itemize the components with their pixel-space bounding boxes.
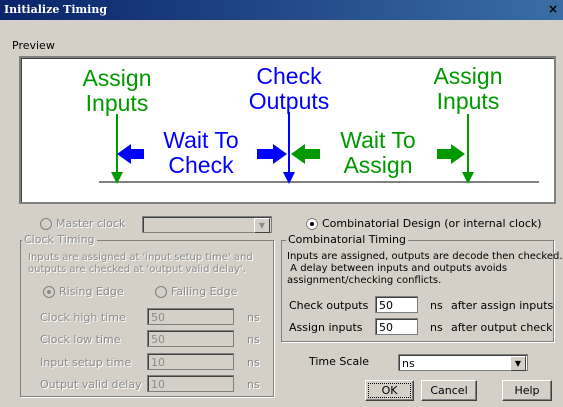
- time-scale-select[interactable]: ns ▼: [398, 354, 528, 371]
- combinatorial-label: Combinatorial Design (or internal clock): [322, 217, 542, 230]
- clock-low-input[interactable]: 50: [147, 330, 234, 347]
- time-scale-value: ns: [402, 357, 415, 370]
- clock-timing-title: Clock Timing: [22, 233, 97, 246]
- preview-label: Preview: [12, 39, 55, 52]
- help-button[interactable]: Help: [502, 380, 552, 401]
- window-title: Initialize Timing: [4, 3, 108, 16]
- assign-inputs-unit: ns: [430, 321, 443, 334]
- chevron-down-icon: ▼: [510, 356, 526, 371]
- check-outputs-suffix: after assign inputs: [451, 299, 554, 312]
- chevron-down-icon: ▼: [254, 218, 270, 233]
- rising-edge-radio-icon: [43, 286, 55, 298]
- assign-inputs-label-1: Assign Inputs: [82, 65, 152, 116]
- falling-edge-radio-icon: [155, 286, 167, 298]
- wait-to-check-label: Wait To Check: [163, 127, 239, 178]
- input-setup-unit: ns: [247, 356, 260, 369]
- ok-button[interactable]: OK: [365, 380, 414, 401]
- timing-preview: Assign Inputs Check Outputs Assign Inputs W…: [19, 56, 556, 204]
- assign-inputs-suffix: after output check: [451, 321, 553, 334]
- combinatorial-timing-title: Combinatorial Timing: [286, 233, 408, 246]
- wait-to-check-left-arrow: [117, 144, 144, 164]
- wait-to-assign-label: Wait To Assign: [340, 127, 416, 178]
- assign-inputs-label-2: Assign Inputs: [433, 63, 503, 114]
- assign-inputs-marker-2: [462, 114, 474, 184]
- check-outputs-marker: [283, 112, 295, 184]
- falling-edge-label: Falling Edge: [171, 285, 238, 298]
- clock-timing-desc: Inputs are assigned at 'input setup time…: [28, 252, 253, 275]
- falling-edge-radio[interactable]: Falling Edge: [155, 285, 237, 298]
- assign-inputs-label-field: Assign inputs: [289, 321, 363, 334]
- assign-inputs-marker-1: [111, 114, 123, 184]
- assign-inputs-input[interactable]: 50: [375, 318, 418, 335]
- check-outputs-label: Check Outputs: [248, 63, 330, 114]
- master-clock-radio-icon: [40, 218, 52, 230]
- output-valid-input[interactable]: 10: [147, 375, 234, 392]
- output-valid-label: Output valid delay: [40, 378, 142, 391]
- title-bar: Initialize Timing ×: [0, 0, 563, 20]
- cancel-button[interactable]: Cancel: [421, 380, 477, 401]
- combinatorial-radio-icon: [306, 218, 318, 230]
- input-setup-label: Input setup time: [40, 356, 132, 369]
- master-clock-radio[interactable]: Master clock: [40, 217, 125, 230]
- output-valid-unit: ns: [247, 378, 260, 391]
- time-scale-label: Time Scale: [309, 355, 370, 368]
- combinatorial-radio[interactable]: Combinatorial Design (or internal clock): [306, 217, 542, 230]
- close-icon[interactable]: ×: [545, 1, 561, 17]
- wait-to-assign-left-arrow: [291, 144, 320, 164]
- wait-to-check-right-arrow: [257, 144, 287, 164]
- input-setup-input[interactable]: 10: [147, 353, 234, 370]
- clock-high-label: Clock high time: [40, 311, 126, 324]
- clock-low-label: Clock low time: [40, 333, 121, 346]
- clock-high-unit: ns: [247, 311, 260, 324]
- clock-low-unit: ns: [247, 333, 260, 346]
- master-clock-label: Master clock: [56, 217, 126, 230]
- combinatorial-timing-desc: Inputs are assigned, outputs are decode …: [287, 251, 563, 286]
- check-outputs-label-field: Check outputs: [289, 299, 369, 312]
- check-outputs-input[interactable]: 50: [375, 296, 418, 313]
- rising-edge-radio[interactable]: Rising Edge: [43, 285, 124, 298]
- clock-high-input[interactable]: 50: [147, 308, 234, 325]
- wait-to-assign-right-arrow: [437, 144, 465, 164]
- check-outputs-unit: ns: [430, 299, 443, 312]
- master-clock-select[interactable]: ▼: [142, 216, 272, 233]
- rising-edge-label: Rising Edge: [59, 285, 124, 298]
